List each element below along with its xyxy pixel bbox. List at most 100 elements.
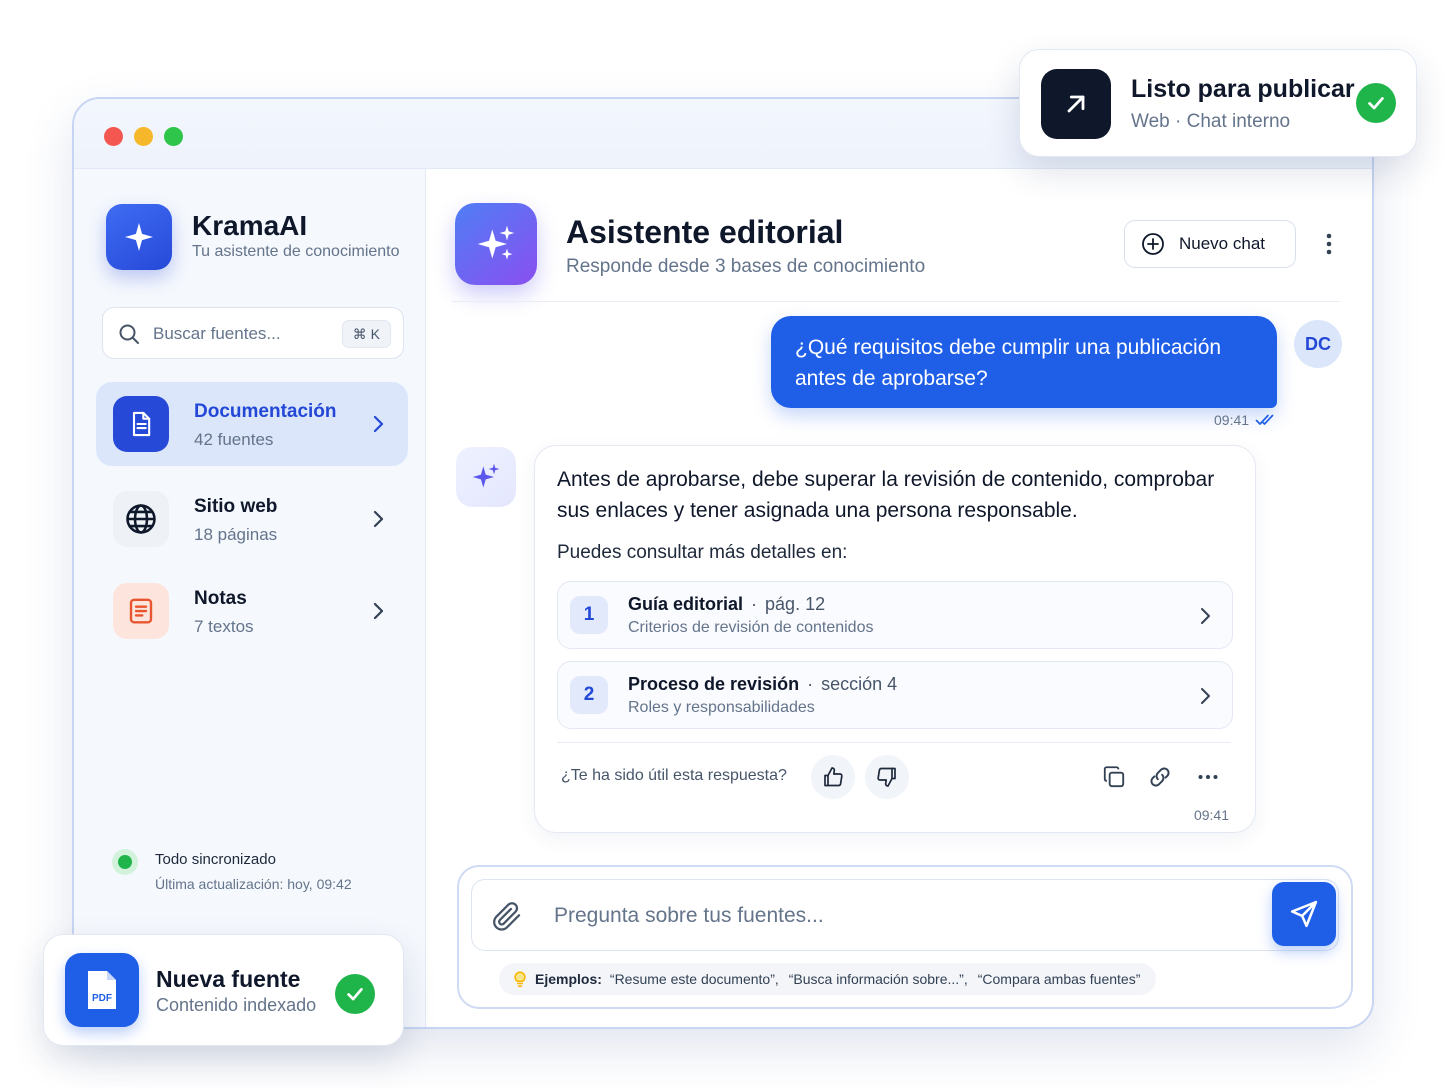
reference-number: 1 (570, 596, 608, 634)
success-badge (335, 974, 375, 1014)
document-icon (132, 411, 151, 437)
read-receipt-icon (1255, 414, 1274, 425)
more-horizontal-icon (1198, 775, 1218, 779)
examples-bar: Ejemplos: “Resume este documento”, “Busc… (499, 963, 1157, 995)
chat-panel: Asistente editorial Responde desde 3 bas… (426, 169, 1372, 1027)
chevron-right-icon (1201, 688, 1210, 704)
thumbs-up-button[interactable] (811, 755, 855, 799)
pdf-file-icon: PDF (88, 971, 116, 1009)
example-prompt[interactable]: “Resume este documento”, (610, 971, 779, 987)
references-intro: Puedes consultar más detalles en: (557, 542, 848, 563)
maximize-window-button[interactable] (164, 127, 183, 146)
globe-icon (126, 504, 156, 534)
examples-label: Ejemplos: (535, 971, 602, 987)
copy-icon (1103, 766, 1125, 788)
sidebar-item-sitio-web[interactable]: Sitio web 18 páginas (96, 477, 408, 561)
new-source-subtitle: Contenido indexado (156, 995, 317, 1015)
plus-circle-icon (1142, 233, 1164, 255)
src-icon-box (113, 583, 169, 639)
reference-location: sección 4 (821, 674, 898, 694)
assistant-message-card: Antes de aprobarse, debe superar la revi… (534, 445, 1256, 833)
user-message-bubble: ¿Qué requisitos debe cumplir una publica… (771, 316, 1277, 408)
check-icon (1368, 97, 1384, 110)
reference-title-line: Guía editorial · pág. 12 (628, 594, 825, 615)
reference-number: 2 (570, 676, 608, 714)
chevron-right-icon (373, 602, 384, 620)
brand-name: KramaAI (192, 210, 308, 241)
assistant-message-text: Antes de aprobarse, debe superar la revi… (557, 468, 1215, 522)
composer-field (471, 879, 1339, 951)
src-icon-box (113, 491, 169, 547)
sparkles-icon (477, 225, 515, 260)
publish-icon-box (1041, 69, 1111, 139)
header-divider (452, 301, 1340, 302)
new-source-title: Nueva fuente (156, 966, 301, 992)
chevron-right-icon (373, 510, 384, 528)
search-icon (119, 324, 139, 344)
sidebar: KramaAI Tu asistente de conocimiento ⌘ K… (74, 169, 426, 1027)
sidebar-item-count: 42 fuentes (194, 430, 274, 449)
send-button[interactable] (1272, 882, 1336, 946)
chat-input[interactable] (554, 900, 1254, 932)
assistant-message-time: 09:41 (1193, 807, 1229, 823)
chat-title: Asistente editorial (566, 214, 844, 250)
copy-button[interactable] (1099, 762, 1129, 792)
minimize-window-button[interactable] (134, 127, 153, 146)
arrow-up-right-icon (1067, 95, 1085, 113)
send-icon (1290, 900, 1318, 928)
app-window: KramaAI Tu asistente de conocimiento ⌘ K… (72, 97, 1374, 1029)
brand-logo (106, 204, 172, 270)
more-options-icon[interactable] (1316, 231, 1342, 257)
thumbs-down-icon (877, 767, 896, 787)
reference-subtitle: Roles y responsabilidades (628, 699, 815, 716)
thumbs-down-button[interactable] (865, 755, 909, 799)
sidebar-item-documentacion[interactable]: Documentación 42 fuentes (96, 382, 408, 466)
new-chat-button[interactable]: Nuevo chat (1124, 220, 1296, 268)
new-source-toast: PDF Nueva fuente Contenido indexado (43, 934, 404, 1046)
sidebar-item-title: Sitio web (194, 496, 278, 517)
chevron-right-icon (373, 415, 384, 433)
user-avatar: DC (1294, 320, 1342, 368)
close-window-button[interactable] (104, 127, 123, 146)
chevron-right-icon (1201, 608, 1210, 624)
link-icon (1150, 767, 1170, 787)
sidebar-item-count: 18 páginas (194, 525, 278, 544)
lightbulb-icon (514, 971, 526, 987)
search-input[interactable] (153, 321, 333, 347)
notes-icon (129, 598, 153, 624)
more-actions-button[interactable] (1193, 762, 1223, 792)
check-icon (347, 988, 363, 1001)
example-prompt[interactable]: “Compara ambas fuentes” (978, 971, 1141, 987)
sidebar-item-title: Notas (194, 588, 247, 609)
pdf-icon-box: PDF (65, 953, 139, 1027)
assistant-logo (455, 203, 537, 285)
publish-toast: Listo para publicar Web · Chat interno (1019, 49, 1417, 157)
reference-card[interactable]: 2 Proceso de revisión · sección 4 Roles y … (557, 661, 1233, 729)
example-prompt[interactable]: “Busca información sobre...”, (789, 971, 968, 987)
reference-title-line: Proceso de revisión · sección 4 (628, 674, 897, 695)
reference-location: pág. 12 (765, 594, 826, 614)
pdf-badge-label: PDF (92, 993, 112, 1004)
user-message-time: 09:41 (1214, 412, 1250, 428)
paperclip-icon[interactable] (490, 899, 524, 933)
feedback-question: ¿Te ha sido útil esta respuesta? (561, 767, 787, 784)
sync-status-text: Todo sincronizado (155, 851, 276, 868)
brand-tagline: Tu asistente de conocimiento (192, 243, 400, 260)
reference-card[interactable]: 1 Guía editorial · pág. 12 Criterios de re… (557, 581, 1233, 649)
reference-title: Guía editorial (628, 594, 744, 614)
reference-title: Proceso de revisión (628, 674, 800, 694)
thumbs-up-icon (824, 767, 843, 787)
chat-subtitle: Responde desde 3 bases de conocimiento (566, 256, 926, 277)
sidebar-item-notas[interactable]: Notas 7 textos (96, 569, 408, 653)
success-badge (1356, 83, 1396, 123)
search-shortcut-badge: ⌘ K (341, 320, 391, 348)
sparkle-icon (125, 223, 153, 251)
reference-separator: · (807, 674, 814, 694)
sparkles-icon (472, 463, 500, 488)
composer: Ejemplos: “Resume este documento”, “Busc… (457, 865, 1353, 1009)
src-icon-box (113, 396, 169, 452)
sidebar-item-count: 7 textos (194, 617, 254, 636)
copy-link-button[interactable] (1145, 762, 1175, 792)
reference-subtitle: Criterios de revisión de contenidos (628, 619, 874, 636)
assistant-avatar (456, 447, 516, 507)
